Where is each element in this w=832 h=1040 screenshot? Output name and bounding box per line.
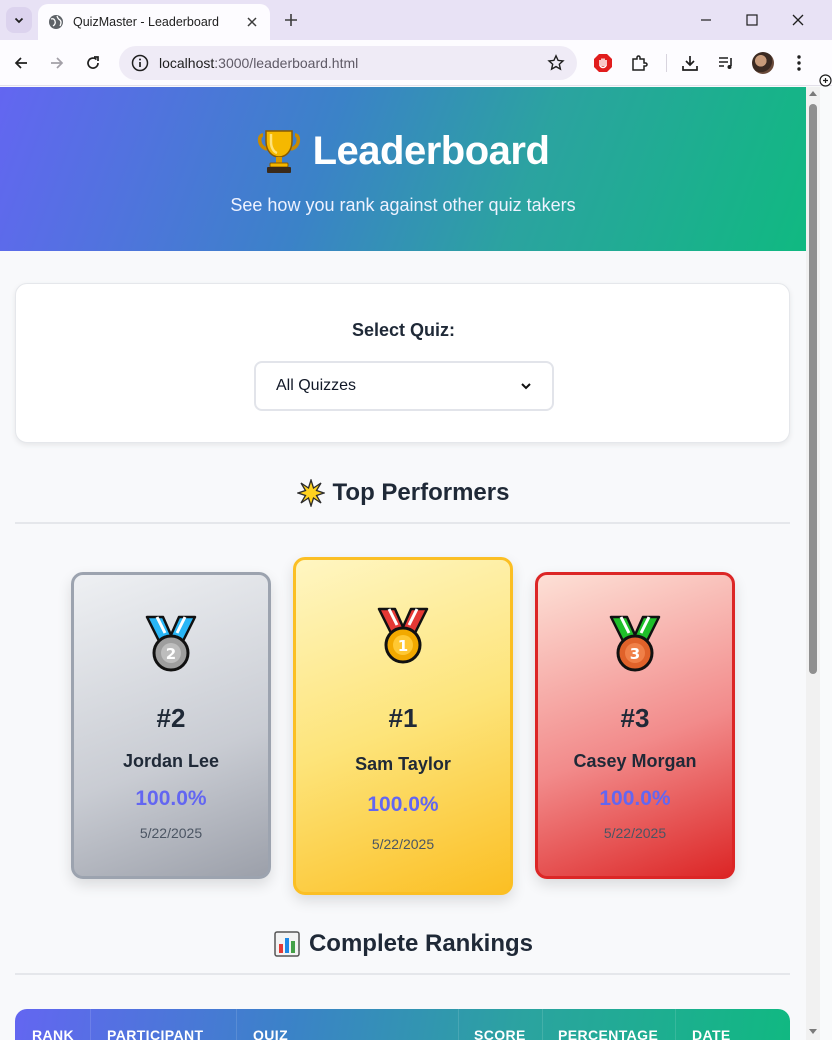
chevron-down-icon <box>14 17 24 24</box>
page-viewport: Leaderboard See how you rank against oth… <box>0 87 806 1040</box>
reload-button[interactable] <box>81 51 105 75</box>
rank-label: #2 <box>156 703 186 733</box>
column-header-date[interactable]: DATE <box>692 1027 731 1040</box>
column-divider <box>236 1009 237 1040</box>
browser-tab-active[interactable]: QuizMaster - Leaderboard <box>38 4 270 40</box>
scrollbar-thumb[interactable] <box>809 104 817 674</box>
complete-rankings-heading: Complete Rankings <box>0 930 806 958</box>
url-text: localhost:3000/leaderboard.html <box>159 55 547 71</box>
page-title-text: Leaderboard <box>312 128 550 173</box>
close-tab-icon[interactable] <box>244 14 260 30</box>
column-header-rank[interactable]: RANK <box>32 1027 74 1040</box>
quiz-filter-card: Select Quiz: All Quizzes <box>15 283 790 443</box>
profile-avatar[interactable] <box>752 52 774 74</box>
minimize-icon <box>701 19 711 21</box>
arrow-left-icon <box>14 57 27 69</box>
address-bar[interactable]: localhost:3000/leaderboard.html <box>119 46 577 80</box>
quiz-select-label: Select Quiz: <box>351 320 456 340</box>
forward-button[interactable] <box>45 51 69 75</box>
scroll-down-arrow-icon[interactable] <box>809 1029 817 1034</box>
column-header-participant[interactable]: PARTICIPANT <box>107 1027 203 1040</box>
downloads-icon[interactable] <box>678 51 702 75</box>
maximize-icon <box>746 14 758 26</box>
close-icon <box>792 14 804 26</box>
adblock-extension-icon[interactable] <box>591 51 615 75</box>
browser-toolbar: localhost:3000/leaderboard.html <box>0 40 832 86</box>
complete-rankings-title: Complete Rankings <box>308 930 534 957</box>
scroll-up-arrow-icon[interactable] <box>809 91 817 96</box>
score-percentage: 100.0% <box>599 787 671 810</box>
column-divider <box>458 1009 459 1040</box>
score-percentage: 100.0% <box>135 787 207 810</box>
score-percentage: 100.0% <box>367 793 439 816</box>
column-header-percentage[interactable]: PERCENTAGE <box>558 1027 658 1040</box>
rank-label: #3 <box>620 703 650 733</box>
svg-text:3: 3 <box>630 645 640 663</box>
column-header-quiz[interactable]: QUIZ <box>253 1027 288 1040</box>
quiz-select-value: All Quizzes <box>276 377 357 394</box>
trophy-icon <box>257 130 300 173</box>
hero-header: Leaderboard See how you rank against oth… <box>0 87 806 251</box>
page-subtitle: See how you rank against other quiz take… <box>230 195 576 215</box>
plus-icon <box>285 14 297 26</box>
third-place-medal-icon: 3 <box>609 615 661 672</box>
url-path: :3000/leaderboard.html <box>214 55 359 71</box>
browser-tab-strip: QuizMaster - Leaderboard <box>0 0 832 40</box>
minimize-button[interactable] <box>694 8 718 32</box>
section-divider <box>15 973 790 975</box>
rankings-table-header: RANK PARTICIPANT QUIZ SCORE PERCENTAGE D… <box>15 1009 790 1040</box>
svg-text:2: 2 <box>166 645 176 663</box>
sparkle-burst-icon <box>296 479 325 507</box>
globe-icon <box>49 15 63 29</box>
column-divider <box>90 1009 91 1040</box>
arrow-right-icon <box>51 57 64 69</box>
more-menu-icon[interactable] <box>787 51 811 75</box>
reload-icon <box>87 56 99 69</box>
tab-search-button[interactable] <box>6 7 32 33</box>
podium-card-second: 2 #2 Jordan Lee 100.0% 5/22/2025 <box>71 572 271 879</box>
podium-card-third: 3 #3 Casey Morgan 100.0% 5/22/2025 <box>535 572 735 879</box>
toolbar-divider <box>666 54 667 72</box>
column-header-score[interactable]: SCORE <box>474 1027 526 1040</box>
bookmark-star-icon[interactable] <box>547 54 565 72</box>
score-date: 5/22/2025 <box>139 825 203 841</box>
chevron-down-icon <box>521 383 531 390</box>
page-title: Leaderboard <box>0 127 806 175</box>
participant-name: Casey Morgan <box>573 751 697 771</box>
section-divider <box>15 522 790 524</box>
second-place-medal-icon: 2 <box>145 615 197 672</box>
new-tab-button[interactable] <box>280 9 302 31</box>
page-scrollbar[interactable] <box>806 87 820 1040</box>
score-date: 5/22/2025 <box>371 836 435 852</box>
participant-name: Jordan Lee <box>122 751 220 771</box>
podium-card-first: 1 #1 Sam Taylor 100.0% 5/22/2025 <box>293 557 513 895</box>
column-divider <box>542 1009 543 1040</box>
media-controls-icon[interactable] <box>714 51 738 75</box>
zoom-icon[interactable] <box>819 74 832 87</box>
column-divider <box>675 1009 676 1040</box>
maximize-button[interactable] <box>740 8 764 32</box>
url-host: localhost <box>159 55 215 71</box>
score-date: 5/22/2025 <box>603 825 667 841</box>
close-window-button[interactable] <box>786 8 810 32</box>
tab-title: QuizMaster - Leaderboard <box>73 15 219 29</box>
participant-name: Sam Taylor <box>355 754 451 774</box>
bar-chart-icon <box>274 931 300 957</box>
extensions-puzzle-icon[interactable] <box>627 51 651 75</box>
quiz-select-dropdown[interactable]: All Quizzes <box>254 361 554 411</box>
top-performers-heading: Top Performers <box>0 479 806 507</box>
site-info-icon[interactable] <box>131 54 149 72</box>
top-performers-title: Top Performers <box>332 479 510 506</box>
back-button[interactable] <box>9 51 33 75</box>
svg-text:1: 1 <box>398 637 408 655</box>
rank-label: #1 <box>388 703 418 733</box>
first-place-medal-icon: 1 <box>377 607 429 664</box>
